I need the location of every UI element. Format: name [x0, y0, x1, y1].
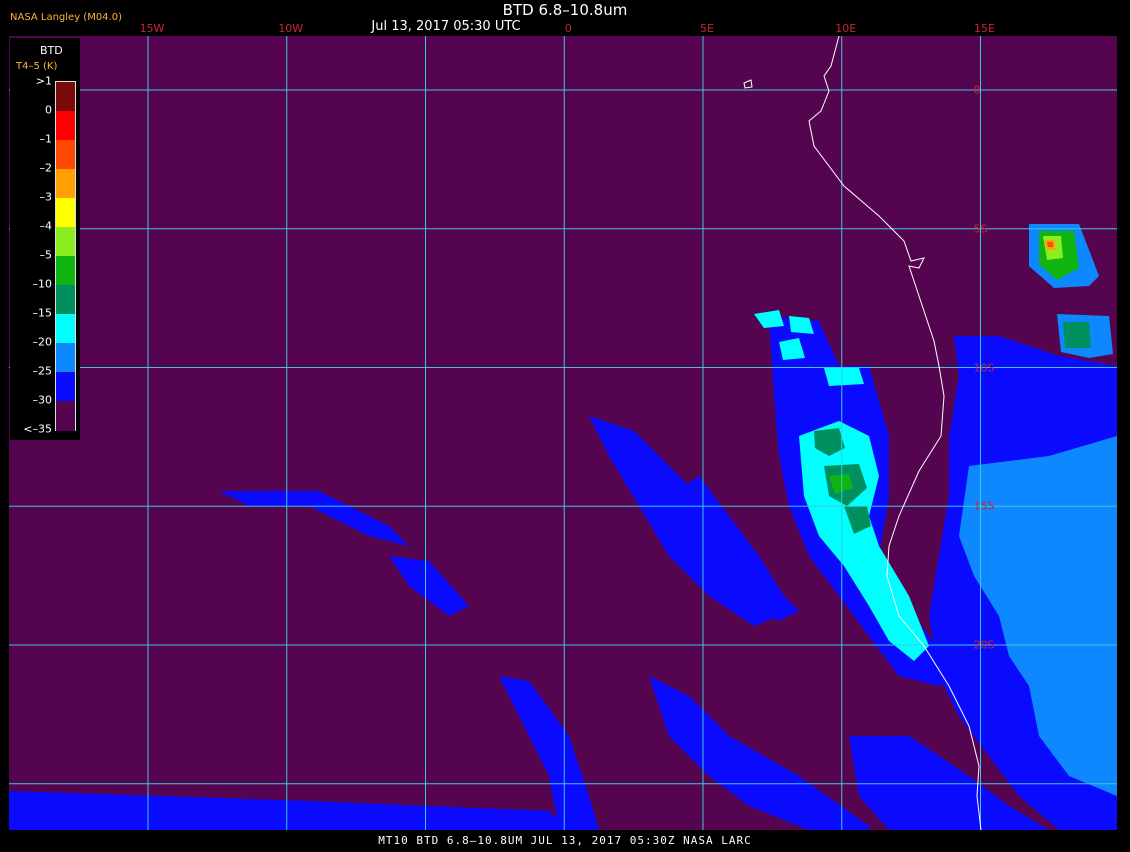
legend-title: BTD [40, 44, 63, 57]
legend-subtitle: T4–5 (K) [16, 61, 58, 72]
legend-tick-label: –10 [32, 277, 53, 291]
legend-swatch [56, 227, 75, 257]
legend-swatch [56, 314, 75, 344]
product-title: BTD 6.8–10.8um [502, 1, 628, 19]
legend-swatch [56, 343, 75, 373]
ocean-cloud-features [9, 224, 1117, 830]
latitude-label: 5S [973, 222, 988, 236]
latitude-label: 0 [973, 83, 981, 97]
legend-tick-label: –30 [32, 393, 53, 407]
storm-cell [1047, 242, 1053, 247]
legend-tick-label: –4 [39, 219, 53, 233]
legend-tick-label: –15 [32, 306, 53, 320]
map-canvas [9, 36, 1117, 830]
legend-tick-label: –20 [32, 335, 53, 349]
cloud-patch [789, 316, 814, 334]
legend-tick-label: 0 [45, 103, 52, 117]
longitude-label: 10E [835, 22, 857, 35]
legend-swatch [56, 169, 75, 199]
cloud-band [649, 676, 869, 830]
legend-tick-label: –2 [39, 161, 53, 175]
cloud-band [219, 491, 409, 546]
footer-caption: MT10 BTD 6.8–10.8UM JUL 13, 2017 05:30Z … [0, 830, 1130, 850]
cloud-band [9, 791, 569, 830]
latitude-label: 15S [973, 499, 995, 513]
legend-swatch [56, 372, 75, 402]
legend-tick-label: >1 [35, 74, 52, 88]
legend-tick-label: <–35 [23, 422, 52, 436]
latitude-label: 20S [973, 638, 995, 652]
storm-cell [1063, 322, 1091, 348]
longitude-label: 10W [278, 22, 304, 35]
cloud-band [389, 556, 469, 616]
legend-swatch [56, 111, 75, 141]
legend-tick-label: –5 [39, 248, 53, 262]
longitude-label: 0 [564, 22, 572, 35]
legend-swatch [56, 82, 75, 112]
legend-color-bar [55, 81, 76, 431]
legend-swatch [56, 140, 75, 170]
island [743, 79, 753, 89]
cloud-patch [754, 310, 784, 328]
longitude-label: 15E [974, 22, 995, 35]
longitude-label: 15W [139, 22, 165, 35]
color-legend: BTD T4–5 (K) >1 0 –1 –2 –3 –4 –5 –10 –15 –20 –25 –3… [10, 38, 80, 440]
legend-swatch [56, 285, 75, 315]
legend-swatch [56, 256, 75, 286]
legend-swatch [56, 401, 75, 431]
timestamp-label: Jul 13, 2017 05:30 UTC [371, 19, 521, 34]
latitude-label: 10S [973, 361, 995, 374]
longitude-label: 5E [700, 22, 714, 35]
cloud-band [499, 676, 599, 830]
legend-tick-label: –3 [39, 190, 53, 204]
legend-tick-label: –1 [39, 132, 53, 146]
cloud-patch [824, 368, 864, 386]
legend-tick-label: –25 [32, 364, 53, 378]
legend-swatch [56, 198, 75, 228]
satellite-map[interactable]: 0 5S 10S 15S 20S [9, 36, 1117, 830]
